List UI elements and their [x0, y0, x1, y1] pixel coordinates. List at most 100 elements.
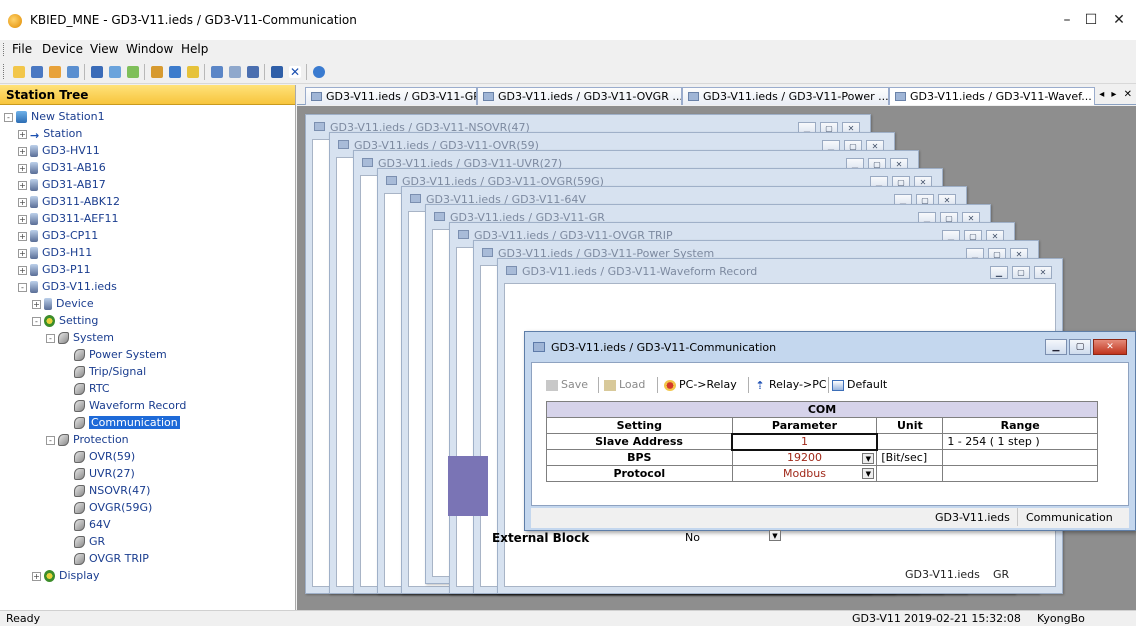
expand-icon[interactable]: + — [18, 214, 27, 224]
collapse-icon[interactable]: - — [46, 435, 55, 445]
save-icon[interactable] — [28, 63, 45, 80]
tree-item[interactable]: OVGR TRIP — [74, 551, 149, 567]
maximize-icon[interactable]: ▢ — [1012, 266, 1030, 279]
dropdown-arrow-icon[interactable]: ▼ — [862, 452, 875, 464]
info-icon[interactable] — [310, 63, 327, 80]
close-icon[interactable]: ✕ — [1034, 266, 1052, 279]
expand-icon[interactable]: + — [18, 146, 27, 156]
tab-gr[interactable]: GD3-V11.ieds / GD3-V11-GR — [305, 87, 477, 105]
relay-to-pc-button[interactable]: ⇡ Relay->PC — [754, 375, 826, 395]
tree-item[interactable]: Communication — [74, 415, 180, 431]
tree-item[interactable]: 64V — [74, 517, 111, 533]
expand-icon[interactable]: + — [18, 248, 27, 258]
default-button[interactable]: Default — [832, 375, 887, 395]
tree-item[interactable]: - System — [46, 330, 114, 346]
maximize-icon[interactable]: ▢ — [1069, 339, 1091, 355]
tree-item[interactable]: NSOVR(47) — [74, 483, 150, 499]
expand-icon[interactable]: + — [18, 163, 27, 173]
collapse-icon[interactable]: - — [18, 282, 27, 292]
expand-icon[interactable]: + — [18, 180, 27, 190]
expand-icon[interactable]: + — [32, 571, 41, 581]
table-caption: COM — [546, 401, 1098, 418]
station-tree-header: Station Tree — [0, 85, 295, 105]
cascade-icon[interactable] — [244, 63, 261, 80]
menu-device[interactable]: Device — [42, 42, 83, 56]
minimize-icon[interactable]: ▁ — [1045, 339, 1067, 355]
tree-item[interactable]: + GD311-ABK12 — [18, 194, 120, 210]
tree-item[interactable]: + → Station — [18, 126, 82, 142]
expand-icon[interactable]: + — [18, 231, 27, 241]
tree-item[interactable]: OVGR(59G) — [74, 500, 152, 516]
tree-item[interactable]: - Protection — [46, 432, 129, 448]
window-icon — [506, 266, 517, 275]
window-icon — [314, 122, 325, 131]
tree-item[interactable]: GR — [74, 534, 105, 550]
dropdown-arrow-icon[interactable]: ▼ — [862, 468, 875, 479]
save-icon — [546, 379, 558, 391]
menu-file[interactable]: File — [12, 42, 32, 56]
collapse-icon[interactable]: - — [4, 112, 13, 122]
device-icon[interactable] — [106, 63, 123, 80]
tree-item[interactable]: OVR(59) — [74, 449, 135, 465]
tile-icon[interactable] — [226, 63, 243, 80]
tree-item[interactable]: + GD311-AEF11 — [18, 211, 119, 227]
tab-waveform[interactable]: GD3-V11.ieds / GD3-V11-Wavef... — [889, 87, 1095, 105]
tree-item[interactable]: + GD3-HV11 — [18, 143, 100, 159]
refresh-icon[interactable] — [124, 63, 141, 80]
menu-window[interactable]: Window — [126, 42, 173, 56]
split-icon[interactable] — [268, 63, 285, 80]
tree-item[interactable]: Waveform Record — [74, 398, 186, 414]
edit-icon[interactable] — [148, 63, 165, 80]
tree-item[interactable]: Power System — [74, 347, 167, 363]
load-button[interactable]: Load — [604, 375, 645, 395]
tree-item[interactable]: + GD31-AB17 — [18, 177, 106, 193]
slave-address-input[interactable]: 1 — [731, 432, 878, 451]
minimize-icon[interactable]: ▁ — [990, 266, 1008, 279]
tree-item[interactable]: UVR(27) — [74, 466, 135, 482]
expand-icon[interactable]: + — [32, 299, 41, 309]
menu-view[interactable]: View — [90, 42, 118, 56]
protocol-select[interactable]: Modbus ▼ — [731, 465, 878, 482]
tree-item[interactable]: - Setting — [32, 313, 98, 329]
collapse-icon[interactable]: - — [32, 316, 41, 326]
expand-icon[interactable]: + — [18, 265, 27, 275]
new-icon[interactable] — [10, 63, 27, 80]
close-icon[interactable]: ✕ — [286, 63, 303, 80]
tab-scroll-arrows-icon[interactable]: ◂ ▸ ✕ — [1099, 89, 1134, 100]
arrow-up-icon: ⇡ — [755, 378, 765, 392]
tree-item[interactable]: + GD3-CP11 — [18, 228, 98, 244]
close-icon[interactable]: ✕ — [1093, 339, 1127, 355]
status-device: GD3-V11.ieds — [935, 511, 1010, 524]
tree-item[interactable]: + Display — [32, 568, 100, 584]
tree-item[interactable]: Trip/Signal — [74, 364, 146, 380]
tree-item-label: GD3-V11.ieds — [42, 280, 117, 293]
window-icon[interactable] — [208, 63, 225, 80]
expand-icon[interactable]: + — [18, 197, 27, 207]
tree-item[interactable]: RTC — [74, 381, 110, 397]
wrench-icon — [74, 417, 85, 429]
tree-item[interactable]: + GD31-AB16 — [18, 160, 106, 176]
close-button[interactable]: ✕ — [1096, 6, 1136, 34]
tree-item[interactable]: + GD3-P11 — [18, 262, 91, 278]
bps-select[interactable]: 19200 ▼ — [731, 449, 878, 466]
window-controls: ▁ ▢ ✕ — [986, 265, 1052, 279]
tree-item[interactable]: - GD3-V11.ieds — [18, 279, 117, 295]
communication-window[interactable]: GD3-V11.ieds / GD3-V11-Communication ▁ ▢ ✕… — [524, 331, 1136, 531]
grid-icon[interactable] — [184, 63, 201, 80]
collapse-icon[interactable]: - — [46, 333, 55, 343]
toolbar-grip — [3, 64, 6, 79]
tab-ovgr[interactable]: GD3-V11.ieds / GD3-V11-OVGR ... — [477, 87, 682, 105]
tree-item[interactable]: + Device — [32, 296, 94, 312]
list-icon[interactable] — [88, 63, 105, 80]
dropdown-arrow-icon[interactable]: ▼ — [769, 530, 781, 541]
expand-icon[interactable]: + — [18, 129, 27, 139]
tree-item[interactable]: + GD3-H11 — [18, 245, 92, 261]
monitor-icon[interactable] — [166, 63, 183, 80]
tab-power[interactable]: GD3-V11.ieds / GD3-V11-Power ... — [682, 87, 889, 105]
save-button[interactable]: Save — [546, 375, 588, 395]
open-icon[interactable] — [46, 63, 63, 80]
tree-item[interactable]: - New Station1 — [4, 109, 105, 125]
network-icon[interactable] — [64, 63, 81, 80]
menu-help[interactable]: Help — [181, 42, 208, 56]
pc-to-relay-button[interactable]: PC->Relay — [664, 375, 737, 395]
